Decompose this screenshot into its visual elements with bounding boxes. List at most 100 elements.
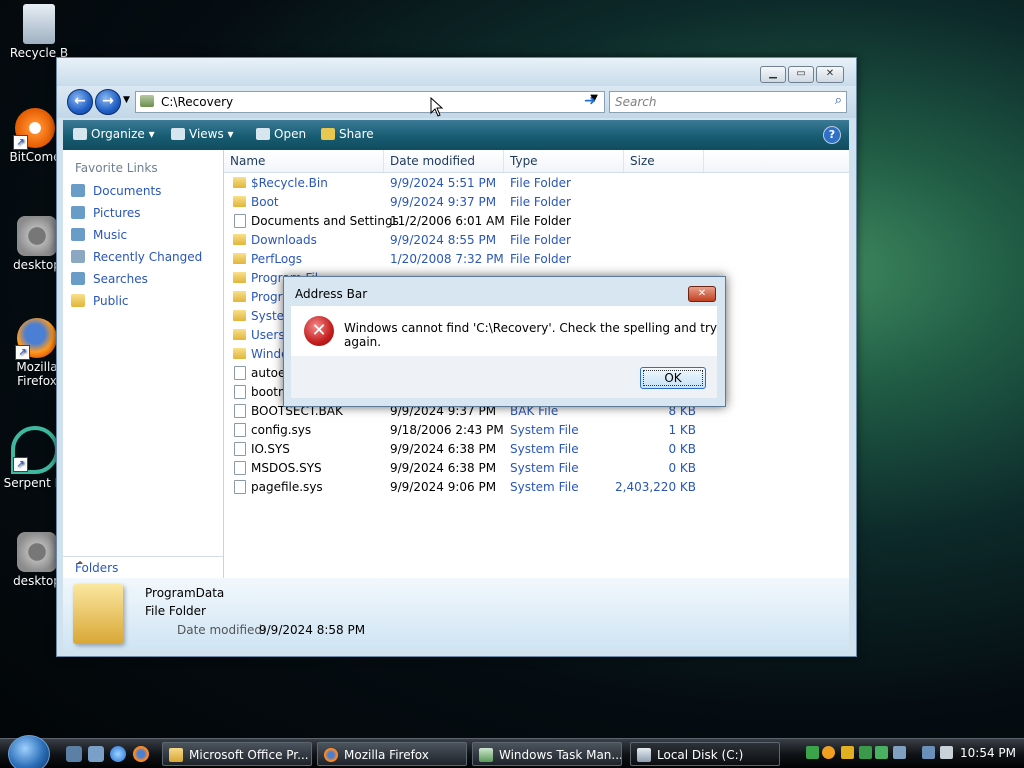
taskbar-button-local-disk[interactable]: Local Disk (C:): [630, 742, 780, 766]
tray-status-icon[interactable]: [875, 746, 888, 759]
folder-icon: [233, 177, 246, 188]
tray-green-icon[interactable]: [806, 746, 819, 759]
address-input[interactable]: C:\Recovery: [161, 95, 233, 109]
favorite-link-music[interactable]: Music: [71, 226, 127, 244]
open-button[interactable]: Open: [256, 127, 306, 141]
file-icon: [234, 461, 246, 475]
organize-button[interactable]: Organize ▾: [73, 127, 155, 141]
organize-icon: [73, 128, 87, 140]
favorite-link-documents[interactable]: Documents: [71, 182, 161, 200]
favorite-link-label: Searches: [93, 272, 148, 286]
favorite-link-label: Documents: [93, 184, 162, 198]
show-desktop-icon[interactable]: [66, 746, 82, 762]
internet-explorer-icon[interactable]: [110, 746, 126, 762]
file-name: MSDOS.SYS: [251, 461, 322, 475]
file-row[interactable]: PerfLogs 1/20/2008 7:32 PM File Folder: [224, 250, 849, 269]
window-titlebar[interactable]: ▁ ▭ ✕: [57, 58, 856, 86]
chevron-up-icon[interactable]: ⌃: [75, 559, 215, 573]
file-date-modified: 9/9/2024 5:51 PM: [390, 176, 497, 190]
close-button[interactable]: ✕: [816, 66, 844, 83]
file-icon: [234, 366, 246, 380]
column-header-date-modified[interactable]: Date modified: [384, 150, 504, 172]
help-icon[interactable]: ?: [823, 126, 841, 144]
pictures-icon: [71, 206, 85, 219]
file-row[interactable]: Documents and Settings 11/2/2006 6:01 AM F…: [224, 212, 849, 231]
file-row[interactable]: config.sys 9/18/2006 2:43 PM System File 1 …: [224, 421, 849, 440]
file-date-modified: 11/2/2006 6:01 AM: [390, 214, 505, 228]
documents-icon: [71, 184, 85, 197]
share-button[interactable]: Share: [321, 127, 374, 141]
file-name: config.sys: [251, 423, 312, 437]
favorite-link-searches[interactable]: Searches: [71, 270, 148, 288]
address-bar[interactable]: C:\Recovery ▼: [135, 91, 605, 113]
file-name: Downloads: [251, 233, 317, 247]
folder-icon: [233, 272, 246, 283]
shortcut-folder-icon: [234, 214, 246, 228]
tray-shield-icon[interactable]: [841, 746, 854, 759]
file-row[interactable]: IO.SYS 9/9/2024 6:38 PM System File 0 KB: [224, 440, 849, 459]
column-header-type[interactable]: Type: [504, 150, 624, 172]
views-button[interactable]: Views ▾: [171, 127, 234, 141]
favorite-link-label: Pictures: [93, 206, 141, 220]
file-row[interactable]: Boot 9/9/2024 9:37 PM File Folder: [224, 193, 849, 212]
file-row[interactable]: $Recycle.Bin 9/9/2024 5:51 PM File Folder: [224, 174, 849, 193]
firefox-quicklaunch-icon[interactable]: [133, 746, 149, 762]
file-row[interactable]: MSDOS.SYS 9/9/2024 6:38 PM System File 0 KB: [224, 459, 849, 478]
details-date-label: Date modified:: [177, 623, 267, 637]
file-date-modified: 9/9/2024 9:06 PM: [390, 480, 497, 494]
file-row[interactable]: Downloads 9/9/2024 8:55 PM File Folder: [224, 231, 849, 250]
maximize-button[interactable]: ▭: [788, 66, 814, 83]
tray-app-icon[interactable]: [893, 746, 906, 759]
folders-toggle[interactable]: Folders ⌃: [63, 556, 223, 579]
forward-button[interactable]: →: [95, 89, 121, 115]
error-icon: ✕: [304, 316, 334, 346]
folder-icon: [233, 348, 246, 359]
ok-button[interactable]: OK: [640, 367, 706, 389]
file-date-modified: 1/20/2008 7:32 PM: [390, 252, 504, 266]
music-icon: [71, 228, 85, 241]
search-box[interactable]: Search ⌕: [609, 91, 847, 113]
dialog-close-button[interactable]: ✕: [688, 286, 716, 302]
switch-windows-icon[interactable]: [88, 746, 104, 762]
minimize-button[interactable]: ▁: [760, 66, 786, 83]
column-header-name[interactable]: Name: [224, 150, 384, 172]
file-type: File Folder: [510, 214, 571, 228]
go-arrow-button[interactable]: ➜: [580, 91, 600, 111]
tray-check-icon[interactable]: [859, 746, 872, 759]
favorite-link-label: Recently Changed: [93, 250, 203, 264]
favorite-link-public[interactable]: Public: [71, 292, 129, 310]
file-name: $Recycle.Bin: [251, 176, 328, 190]
column-header-size[interactable]: Size: [624, 150, 704, 172]
network-icon[interactable]: [922, 746, 935, 759]
file-row[interactable]: pagefile.sys 9/9/2024 9:06 PM System File 2…: [224, 478, 849, 497]
start-button[interactable]: [8, 735, 50, 768]
public-folder-icon: [71, 294, 85, 307]
command-bar: Organize ▾ Views ▾ Open Share ?: [63, 120, 849, 150]
volume-icon[interactable]: [940, 746, 953, 759]
file-type: System File: [510, 423, 579, 437]
taskbar-button-firefox[interactable]: Mozilla Firefox: [317, 742, 467, 766]
tray-orange-icon[interactable]: [822, 746, 835, 759]
desktop-icon-recycle-bin[interactable]: Recycle B: [4, 4, 74, 60]
back-button[interactable]: ←: [67, 89, 93, 115]
taskbar-clock[interactable]: 10:54 PM: [960, 746, 1016, 760]
favorite-link-pictures[interactable]: Pictures: [71, 204, 141, 222]
file-type: System File: [510, 442, 579, 456]
file-type: File Folder: [510, 195, 571, 209]
favorite-link-recently-changed[interactable]: Recently Changed: [71, 248, 202, 266]
open-label: Open: [274, 127, 307, 141]
file-date-modified: 9/9/2024 6:38 PM: [390, 461, 497, 475]
taskbar-button-task-manager[interactable]: Windows Task Man...: [472, 742, 622, 766]
bitcomet-icon: ↗: [13, 108, 55, 150]
folder-icon: [233, 253, 246, 264]
file-icon: [234, 404, 246, 418]
gear-file-icon: [17, 216, 57, 256]
search-icon[interactable]: ⌕: [835, 93, 842, 108]
folder-icon: [233, 329, 246, 340]
file-type: System File: [510, 461, 579, 475]
recent-pages-dropdown[interactable]: ▼: [123, 95, 130, 105]
gear-file-icon: [17, 532, 57, 572]
search-input[interactable]: Search: [615, 95, 657, 109]
taskbar-button-office[interactable]: Microsoft Office Pr...: [162, 742, 312, 766]
recently-changed-icon: [71, 250, 85, 263]
